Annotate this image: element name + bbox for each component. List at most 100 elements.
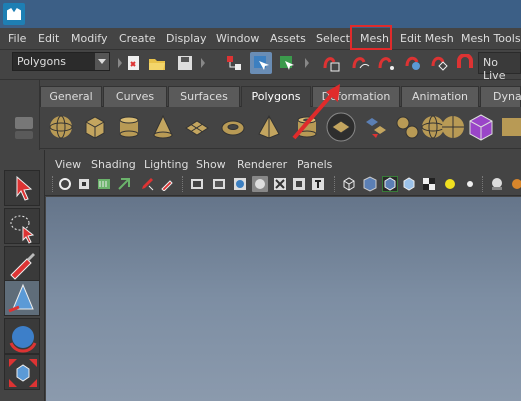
move-tool-icon [8, 283, 34, 313]
lights-icon[interactable] [443, 177, 457, 191]
poly-torus-icon[interactable] [220, 114, 246, 140]
shelf-tab-menu-icon[interactable] [15, 117, 33, 129]
menu-modify[interactable]: Modify [71, 32, 107, 45]
poly-combine-icon[interactable] [362, 114, 388, 140]
snap-grid-icon[interactable] [322, 54, 340, 72]
textured-icon[interactable] [422, 177, 436, 191]
heads-up-display-icon[interactable] [311, 177, 325, 191]
tab-dynamics[interactable]: Dynar [480, 86, 521, 107]
grid-icon[interactable] [160, 177, 174, 191]
collapse-arrow-icon[interactable] [117, 55, 123, 71]
default-material-icon[interactable] [402, 177, 416, 191]
menu-display[interactable]: Display [166, 32, 207, 45]
film-gate-icon[interactable] [190, 177, 204, 191]
ambient-occlusion-icon[interactable] [490, 177, 504, 191]
motion-blur-icon[interactable] [510, 177, 521, 191]
menu-window[interactable]: Window [216, 32, 259, 45]
scale-tool-icon [9, 359, 37, 387]
panel-menu-view[interactable]: View [55, 158, 81, 171]
maya-app-icon [3, 3, 25, 25]
menu-select[interactable]: Select [316, 32, 350, 45]
toolbar-separator [482, 176, 484, 192]
shelf-editor-icon[interactable] [15, 131, 33, 139]
snap-view-plane-icon[interactable] [404, 54, 422, 72]
chevron-down-icon [95, 53, 109, 70]
smooth-shade-icon[interactable] [362, 176, 378, 192]
lasso-tool[interactable] [4, 208, 40, 244]
rotate-tool-icon [9, 326, 37, 353]
menu-create[interactable]: Create [119, 32, 156, 45]
poly-pyramid-icon[interactable] [256, 114, 282, 140]
menu-edit[interactable]: Edit [38, 32, 59, 45]
poly-separate-icon[interactable] [394, 114, 420, 140]
shadows-icon[interactable] [463, 177, 477, 191]
panel-menu-lighting[interactable]: Lighting [144, 158, 188, 171]
select-tool[interactable] [4, 170, 40, 206]
shaded-wireframe-icon[interactable] [382, 176, 398, 192]
resolution-gate-icon[interactable] [212, 177, 226, 191]
scale-tool[interactable] [4, 354, 40, 390]
poly-plane-icon[interactable] [184, 114, 210, 140]
magnet-icon[interactable] [456, 54, 474, 72]
safe-title-icon[interactable] [292, 177, 306, 191]
move-tool[interactable] [4, 280, 40, 316]
snap-point-icon[interactable] [378, 54, 396, 72]
shelf-options-strip [0, 80, 40, 150]
new-scene-icon[interactable] [125, 54, 143, 72]
image-plane-icon[interactable] [97, 177, 111, 191]
poly-cylinder-icon[interactable] [116, 114, 142, 140]
panel-menu-shading[interactable]: Shading [91, 158, 136, 171]
menu-mesh-tools[interactable]: Mesh Tools [461, 32, 521, 45]
menu-edit-mesh[interactable]: Edit Mesh [400, 32, 454, 45]
panel-menu-panels[interactable]: Panels [297, 158, 332, 171]
main-menu-bar: File Edit Modify Create Display Window A… [0, 28, 521, 50]
poly-more-icon[interactable] [500, 114, 521, 140]
menu-file[interactable]: File [8, 32, 26, 45]
paint-select-tool-icon [10, 253, 35, 280]
safe-action-icon[interactable] [273, 177, 287, 191]
select-hierarchy-icon[interactable] [225, 54, 243, 72]
collapse-arrow-icon[interactable] [304, 55, 310, 71]
tab-animation[interactable]: Animation [401, 86, 479, 107]
menu-set-value: Polygons [17, 55, 66, 68]
tab-surfaces[interactable]: Surfaces [168, 86, 240, 107]
tab-general[interactable]: General [40, 86, 102, 107]
toolbar-separator [334, 176, 336, 192]
wireframe-icon[interactable] [342, 177, 356, 191]
live-surface-field[interactable]: No Live [478, 52, 521, 82]
select-object-icon[interactable] [250, 52, 272, 74]
toolbar-separator [182, 176, 184, 192]
poly-extract-icon[interactable] [440, 114, 466, 140]
toolbar-grip [52, 176, 54, 192]
gate-mask-icon[interactable] [233, 177, 247, 191]
snap-curve-icon[interactable] [352, 54, 370, 72]
lasso-tool-icon [10, 215, 35, 244]
menu-assets[interactable]: Assets [270, 32, 306, 45]
panel-menu-show[interactable]: Show [196, 158, 226, 171]
open-scene-icon[interactable] [148, 54, 166, 72]
poly-booleans-icon[interactable] [466, 112, 496, 142]
tool-box [0, 150, 45, 401]
select-tool-icon [16, 175, 33, 201]
field-chart-icon[interactable] [252, 176, 268, 192]
title-bar [0, 0, 521, 28]
tab-curves[interactable]: Curves [103, 86, 167, 107]
2d-pan-zoom-icon[interactable] [117, 177, 131, 191]
rotate-tool[interactable] [4, 318, 40, 354]
paint-select-tool[interactable] [4, 246, 40, 282]
bookmark-icon[interactable] [78, 177, 92, 191]
save-scene-icon[interactable] [176, 54, 194, 72]
poly-sphere-icon[interactable] [48, 114, 74, 140]
poly-cube-icon[interactable] [82, 114, 108, 140]
panel-menu-renderer[interactable]: Renderer [237, 158, 287, 171]
collapse-arrow-icon[interactable] [200, 55, 206, 71]
annotation-arrow [292, 84, 340, 140]
make-live-icon[interactable] [430, 54, 448, 72]
mesh-menu-highlight-box [350, 25, 392, 50]
poly-cone-icon[interactable] [150, 114, 176, 140]
perspective-viewport[interactable] [46, 197, 521, 401]
select-component-icon[interactable] [278, 54, 296, 72]
camera-attributes-icon[interactable] [58, 177, 72, 191]
grease-pencil-icon[interactable] [140, 177, 154, 191]
menu-set-selector[interactable]: Polygons [12, 52, 110, 71]
